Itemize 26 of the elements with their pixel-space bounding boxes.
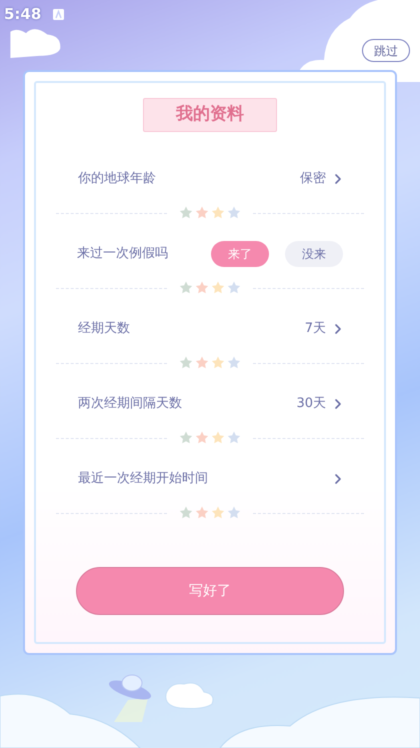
star-divider-drawing	[179, 506, 241, 520]
field-label: 来过一次例假吗	[77, 245, 168, 264]
field-value: 保密	[300, 170, 326, 188]
select-row[interactable]: 最近一次经期开始时间	[36, 452, 384, 506]
skip-button[interactable]: 跳过	[362, 39, 410, 62]
title-banner: 我的资料	[143, 98, 277, 132]
chevron-right-icon	[334, 323, 342, 335]
field-label: 你的地球年龄	[78, 170, 156, 188]
chevron-right-icon	[334, 398, 342, 410]
star-divider-drawing	[179, 206, 241, 220]
field-value: 7天	[304, 320, 326, 338]
star-divider-drawing	[179, 281, 241, 295]
field-value: 30天	[296, 395, 326, 414]
select-row[interactable]: 两次经期间隔天数 30天	[36, 377, 384, 431]
chevron-right-icon	[334, 473, 342, 485]
chevron-right-icon	[334, 173, 342, 185]
field-label: 两次经期间隔天数	[78, 395, 182, 414]
status-time: 5:48	[4, 4, 42, 25]
select-row[interactable]: 经期天数 7天	[36, 302, 384, 356]
star-divider-drawing	[179, 356, 241, 370]
select-row[interactable]: 你的地球年龄 保密	[36, 152, 384, 206]
star-divider-drawing	[179, 431, 241, 445]
choice-button[interactable]: 没来	[285, 241, 343, 267]
field-label: 经期天数	[78, 320, 130, 338]
notification-icon	[53, 8, 64, 20]
field-label: 最近一次经期开始时间	[78, 470, 208, 488]
